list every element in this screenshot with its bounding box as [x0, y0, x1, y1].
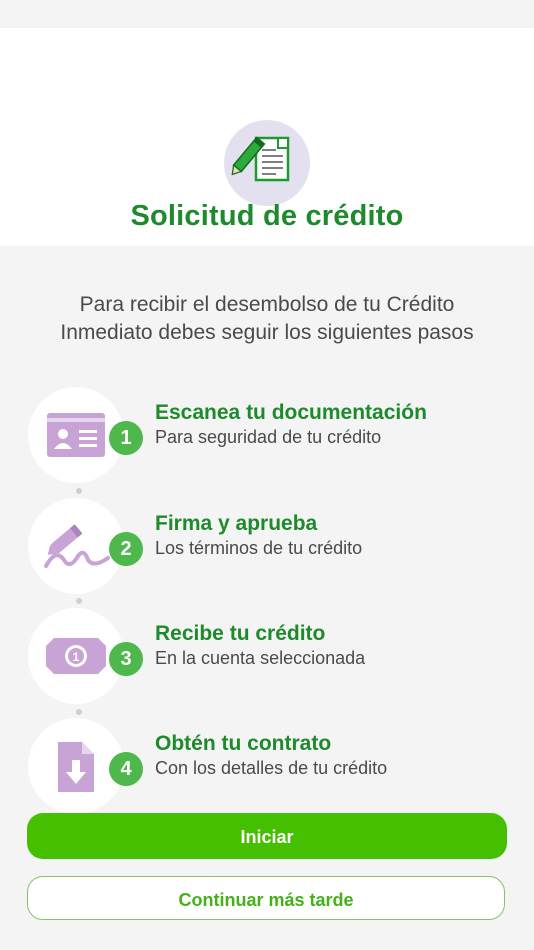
step-item-2: 2 Firma y aprueba Los términos de tu cré…	[0, 498, 534, 598]
step-number-badge: 3	[109, 642, 143, 676]
step-number-badge: 4	[109, 752, 143, 786]
continue-later-button[interactable]: Continuar más tarde	[27, 876, 505, 920]
step-title: Obtén tu contrato	[155, 732, 332, 755]
document-pen-icon	[224, 120, 310, 206]
header: Solicitud de crédito	[0, 28, 534, 246]
step-subtitle: Los términos de tu crédito	[155, 538, 363, 558]
step-title: Escanea tu documentación	[155, 401, 427, 424]
step-item-4: 4 Obtén tu contrato Con los detalles de …	[0, 718, 534, 818]
step-number-badge: 1	[109, 421, 143, 455]
step-title: Firma y aprueba	[155, 512, 318, 535]
step-connector-dot	[76, 709, 82, 715]
svg-text:1: 1	[73, 650, 80, 664]
step-item-3: 1 3 Recibe tu crédito En la cuenta selec…	[0, 608, 534, 708]
step-item-1: 1 Escanea tu documentación Para segurida…	[0, 387, 534, 487]
step-subtitle: Para seguridad de tu crédito	[155, 427, 382, 447]
page-title: Solicitud de crédito	[130, 200, 404, 232]
step-subtitle: Con los detalles de tu crédito	[155, 758, 388, 778]
step-subtitle: En la cuenta seleccionada	[155, 648, 366, 668]
step-number-badge: 2	[109, 532, 143, 566]
status-bar	[0, 0, 534, 28]
intro-text: Para recibir el desembolso de tu Crédito…	[60, 293, 474, 344]
step-connector-dot	[76, 598, 82, 604]
step-title: Recibe tu crédito	[155, 622, 326, 645]
step-connector-dot	[76, 488, 82, 494]
start-button[interactable]: Iniciar	[27, 813, 507, 859]
